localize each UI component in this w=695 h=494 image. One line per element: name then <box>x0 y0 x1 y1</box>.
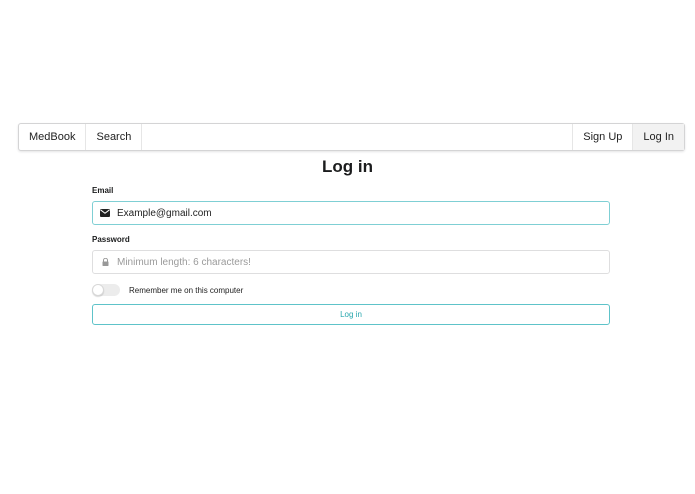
email-label: Email <box>92 186 114 195</box>
login-form: Email Password Remember me on this compu… <box>92 186 610 325</box>
password-label: Password <box>92 235 130 244</box>
top-navbar: MedBook Search Sign Up Log In <box>18 123 685 151</box>
remember-me-label[interactable]: Remember me on this computer <box>129 286 243 295</box>
nav-log-in[interactable]: Log In <box>633 124 684 150</box>
nav-search[interactable]: Search <box>86 124 143 150</box>
nav-spacer <box>142 124 574 150</box>
nav-brand-medbook[interactable]: MedBook <box>19 124 87 150</box>
nav-sign-up[interactable]: Sign Up <box>573 124 634 150</box>
password-field-wrapper <box>92 250 610 274</box>
page-title: Log in <box>322 157 373 176</box>
login-submit-button[interactable]: Log in <box>92 304 610 325</box>
remember-me-toggle[interactable] <box>92 284 120 296</box>
password-input[interactable] <box>117 252 597 272</box>
toggle-knob <box>92 284 104 296</box>
envelope-icon <box>93 202 117 224</box>
remember-me-row: Remember me on this computer <box>92 283 610 297</box>
lock-icon <box>93 251 117 273</box>
email-field-wrapper <box>92 201 610 225</box>
email-input[interactable] <box>117 203 597 223</box>
